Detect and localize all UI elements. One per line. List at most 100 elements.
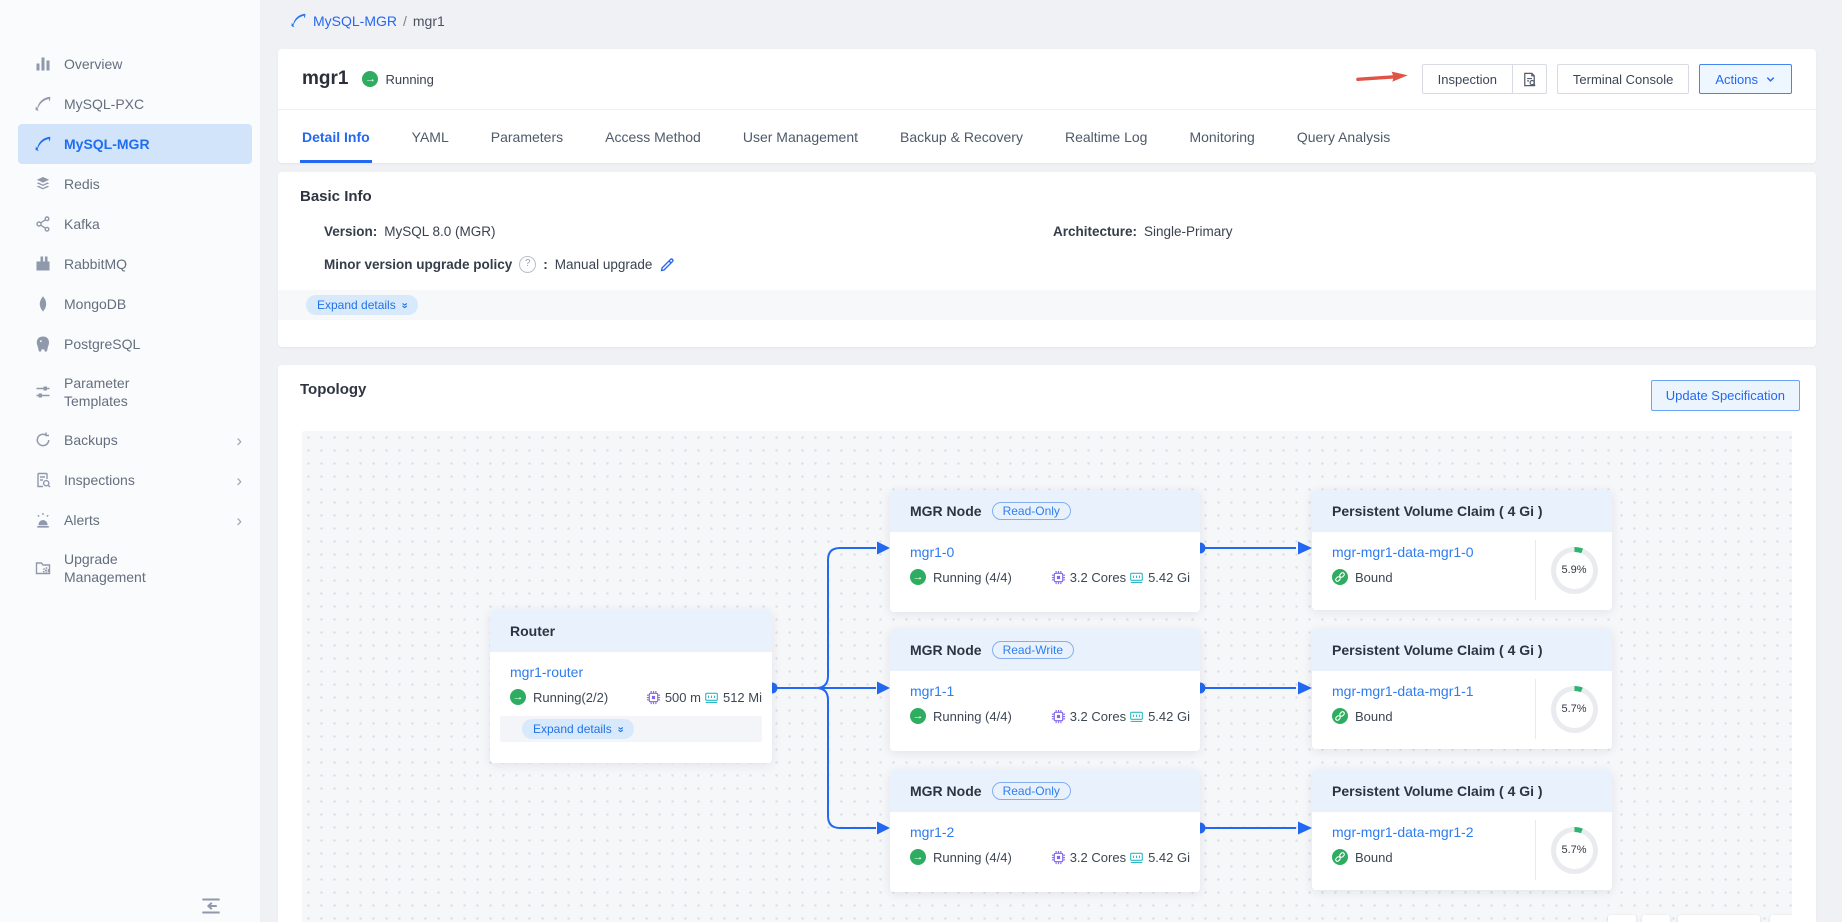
sidebar-item-kafka[interactable]: Kafka [18,204,252,244]
sidebar-item-rabbitmq[interactable]: RabbitMQ [18,244,252,284]
mgr-node-name-link[interactable]: mgr1-1 [910,683,954,699]
tab-user-management[interactable]: User Management [743,110,858,163]
sliders-icon [34,383,52,401]
collapse-sidebar-icon [198,893,224,919]
pvc-name-link[interactable]: mgr-mgr1-data-mgr1-2 [1332,824,1474,840]
elephant-icon [34,335,52,353]
expand-details-label: Expand details [533,722,612,736]
mgr-node-card: MGR Node Read-Only mgr1-0 → Running (4/4… [890,490,1200,612]
memory-icon [1129,570,1144,585]
pvc-card: Persistent Volume Claim ( 4 Gi ) mgr-mgr… [1312,629,1612,749]
pvc-usage-area: 5.7% [1535,820,1612,880]
help-icon[interactable]: ? [519,256,536,273]
version-label: Version: [324,224,377,239]
usage-percent: 5.7% [1556,832,1593,869]
basic-info-card: Basic Info Version: MySQL 8.0 (MGR) Arch… [278,172,1816,347]
dolphin-icon [290,12,307,29]
expand-details-button[interactable]: Expand details » [306,295,418,315]
sidebar-collapse-button[interactable] [198,893,224,917]
mgr-node-memory-value: 5.42 Gi [1148,709,1190,724]
pvc-name-link[interactable]: mgr-mgr1-data-mgr1-1 [1332,683,1474,699]
mgr-node-type-label: MGR Node [910,642,982,658]
detail-header-card: mgr1 → Running Inspection Terminal Conso… [278,49,1816,163]
dolphin-icon [34,95,52,113]
breadcrumb-parent-link[interactable]: MySQL-MGR [313,13,397,29]
router-expand-details-button[interactable]: Expand details » [522,719,634,739]
mgr-node-name-link[interactable]: mgr1-0 [910,544,954,560]
tab-access-method[interactable]: Access Method [605,110,701,163]
mgr-node-header: MGR Node Read-Write [890,629,1200,671]
pvc-body: mgr-mgr1-data-mgr1-2 Bound 5.7% [1312,812,1612,890]
tab-realtime-log[interactable]: Realtime Log [1065,110,1148,163]
pvc-header: Persistent Volume Claim ( 4 Gi ) [1312,629,1612,671]
upgrade-policy-label: Minor version upgrade policy [324,257,512,272]
pvc-body: mgr-mgr1-data-mgr1-0 Bound 5.9% [1312,532,1612,610]
sidebar-item-parameter-templates[interactable]: Parameter Templates [18,364,252,420]
bar-chart-icon [34,55,52,73]
tab-query-analysis[interactable]: Query Analysis [1297,110,1390,163]
sidebar-item-upgrade-management[interactable]: Upgrade Management [18,540,252,596]
tab-parameters[interactable]: Parameters [491,110,563,163]
pvc-usage-area: 5.7% [1535,679,1612,739]
status-badge: → Running [362,71,433,87]
role-badge: Read-Only [992,502,1071,520]
sidebar-item-overview[interactable]: Overview [18,44,252,84]
sidebar-item-backups[interactable]: Backups › [18,420,252,460]
role-badge: Read-Write [992,641,1074,659]
terminal-console-button[interactable]: Terminal Console [1557,64,1689,94]
mgr-node-header: MGR Node Read-Only [890,490,1200,532]
role-badge: Read-Only [992,782,1071,800]
cpu-icon [1051,850,1066,865]
router-type-label: Router [510,623,555,639]
tab-monitoring[interactable]: Monitoring [1189,110,1254,163]
canvas-control-button[interactable] [1642,915,1670,922]
alarm-icon [34,511,52,529]
sidebar-item-mysql-mgr[interactable]: MySQL-MGR [18,124,252,164]
usage-gauge: 5.9% [1551,547,1598,594]
pvc-type-label: Persistent Volume Claim ( 4 Gi ) [1332,642,1543,658]
mgr-node-status-row: → Running (4/4) 3.2 Cores 5.42 Gi [910,569,1190,585]
sidebar-item-mysql-pxc[interactable]: MySQL-PXC [18,84,252,124]
mgr-node-status: Running (4/4) [933,850,1012,865]
policy-colon: : [543,257,548,272]
update-specification-button[interactable]: Update Specification [1651,380,1800,411]
cpu-icon [646,690,661,705]
topology-card: Topology Update Specification [278,365,1816,922]
canvas-zoom-slider[interactable] [1678,915,1760,922]
sidebar-item-mongodb[interactable]: MongoDB [18,284,252,324]
router-name-link[interactable]: mgr1-router [510,664,583,680]
router-card-header: Router [490,610,772,652]
pvc-status: Bound [1355,570,1393,585]
inspection-button[interactable]: Inspection [1423,65,1512,93]
canvas-control-button[interactable] [1608,915,1636,922]
version-row: Version: MySQL 8.0 (MGR) [324,224,496,239]
edit-pencil-icon[interactable] [659,257,675,273]
memory-icon [1129,709,1144,724]
canvas-control-button[interactable] [1770,915,1792,922]
sidebar-item-label: Overview [64,55,122,73]
tab-backup-recovery[interactable]: Backup & Recovery [900,110,1023,163]
kafka-nodes-icon [34,215,52,233]
architecture-value: Single-Primary [1144,224,1233,239]
pvc-card: Persistent Volume Claim ( 4 Gi ) mgr-mgr… [1312,490,1612,610]
mgr-node-name-link[interactable]: mgr1-2 [910,824,954,840]
router-resources: 500 m 512 Mi [646,690,762,705]
inspection-report-button[interactable] [1512,65,1546,93]
topology-canvas[interactable]: Router mgr1-router → Running(2/2) 500 m … [302,431,1792,922]
pvc-name-link[interactable]: mgr-mgr1-data-mgr1-0 [1332,544,1474,560]
pvc-body: mgr-mgr1-data-mgr1-1 Bound 5.7% [1312,671,1612,749]
document-search-icon [34,471,52,489]
running-status-icon: → [910,708,926,724]
cpu-icon [1051,570,1066,585]
actions-dropdown-button[interactable]: Actions [1699,64,1792,94]
tab-yaml[interactable]: YAML [412,110,449,163]
sidebar-item-alerts[interactable]: Alerts › [18,500,252,540]
tab-detail-info[interactable]: Detail Info [302,110,370,163]
mgr-node-memory-value: 5.42 Gi [1148,850,1190,865]
sidebar-item-redis[interactable]: Redis [18,164,252,204]
sidebar-item-postgresql[interactable]: PostgreSQL [18,324,252,364]
sidebar-item-inspections[interactable]: Inspections › [18,460,252,500]
running-status-icon: → [510,689,526,705]
pvc-status-row: Bound [1332,849,1525,865]
router-expand-strip: Expand details » [500,716,762,742]
